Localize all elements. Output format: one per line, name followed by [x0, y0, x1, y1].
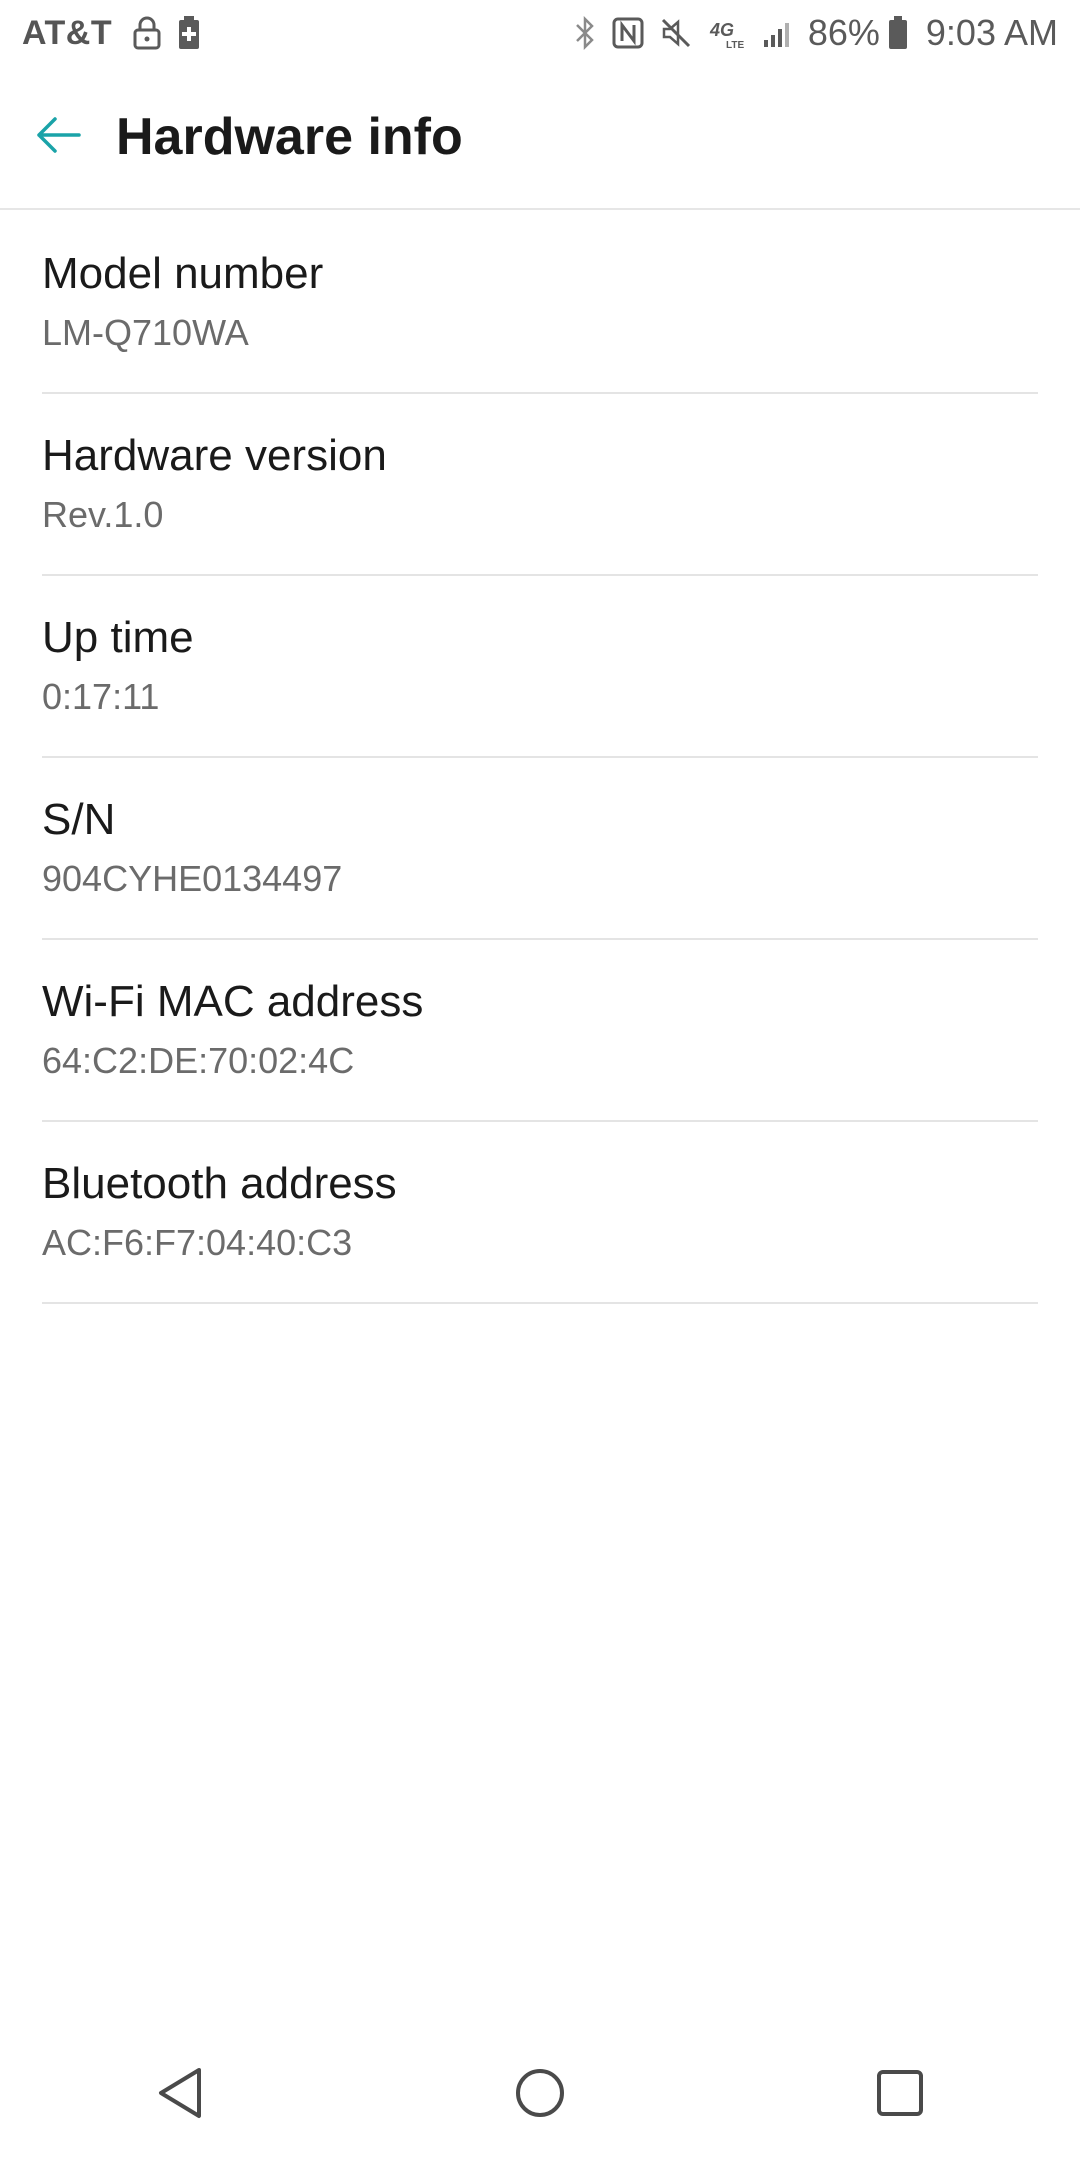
list-item-hardware-version: Hardware version Rev.1.0 — [42, 394, 1038, 576]
svg-text:4G: 4G — [709, 20, 734, 40]
list-item-model-number: Model number LM-Q710WA — [42, 212, 1038, 394]
item-value: Rev.1.0 — [42, 494, 164, 535]
back-button[interactable] — [0, 65, 116, 209]
mute-icon — [660, 17, 692, 49]
app-bar: Hardware info — [0, 66, 1080, 210]
list-item-wifi-mac: Wi-Fi MAC address 64:C2:DE:70:02:4C — [42, 940, 1038, 1122]
arrow-left-icon — [35, 115, 81, 160]
clock: 9:03 AM — [925, 12, 1058, 53]
home-circle-icon — [514, 2067, 566, 2124]
nfc-icon — [612, 17, 644, 49]
lock-icon — [132, 16, 162, 50]
hardware-info-screen: AT&T 4G LTE 86% 9:03 AM Hardware info Mo… — [0, 0, 1080, 2160]
item-value: 64:C2:DE:70:02:4C — [42, 1040, 355, 1081]
item-value: LM-Q710WA — [42, 312, 249, 353]
nav-recents-button[interactable] — [830, 2030, 970, 2160]
nav-home-button[interactable] — [470, 2030, 610, 2160]
signal-icon — [762, 18, 794, 48]
item-title: Hardware version — [42, 431, 387, 480]
item-value: 0:17:11 — [42, 676, 160, 717]
bluetooth-icon — [574, 16, 596, 50]
item-value: AC:F6:F7:04:40:C3 — [42, 1222, 353, 1263]
battery-icon — [888, 16, 908, 50]
list-item-bluetooth-address: Bluetooth address AC:F6:F7:04:40:C3 — [42, 1122, 1038, 1304]
navigation-bar — [0, 2030, 1080, 2160]
nav-back-button[interactable] — [110, 2030, 250, 2160]
status-bar-left: AT&T — [22, 14, 208, 53]
status-bar-right: 4G LTE 86% 9:03 AM — [566, 12, 1058, 54]
recents-square-icon — [875, 2068, 925, 2123]
list-item-serial-number: S/N 904CYHE0134497 — [42, 758, 1038, 940]
hardware-info-list: Model number LM-Q710WA Hardware version … — [0, 212, 1080, 1304]
battery-percent: 86% — [807, 12, 880, 53]
list-item-up-time: Up time 0:17:11 — [42, 576, 1038, 758]
page-title: Hardware info — [116, 108, 463, 166]
svg-text:LTE: LTE — [726, 40, 744, 50]
battery-saver-icon — [178, 16, 200, 50]
item-title: Model number — [42, 249, 324, 298]
carrier-label: AT&T — [22, 13, 113, 52]
item-title: Wi-Fi MAC address — [42, 977, 424, 1026]
back-triangle-icon — [155, 2066, 205, 2125]
item-title: S/N — [42, 795, 116, 844]
item-title: Up time — [42, 613, 194, 662]
4g-lte-icon: 4G LTE — [708, 16, 746, 50]
item-value: 904CYHE0134497 — [42, 858, 343, 899]
status-bar: AT&T 4G LTE 86% 9:03 AM — [0, 0, 1080, 66]
item-title: Bluetooth address — [42, 1159, 397, 1208]
